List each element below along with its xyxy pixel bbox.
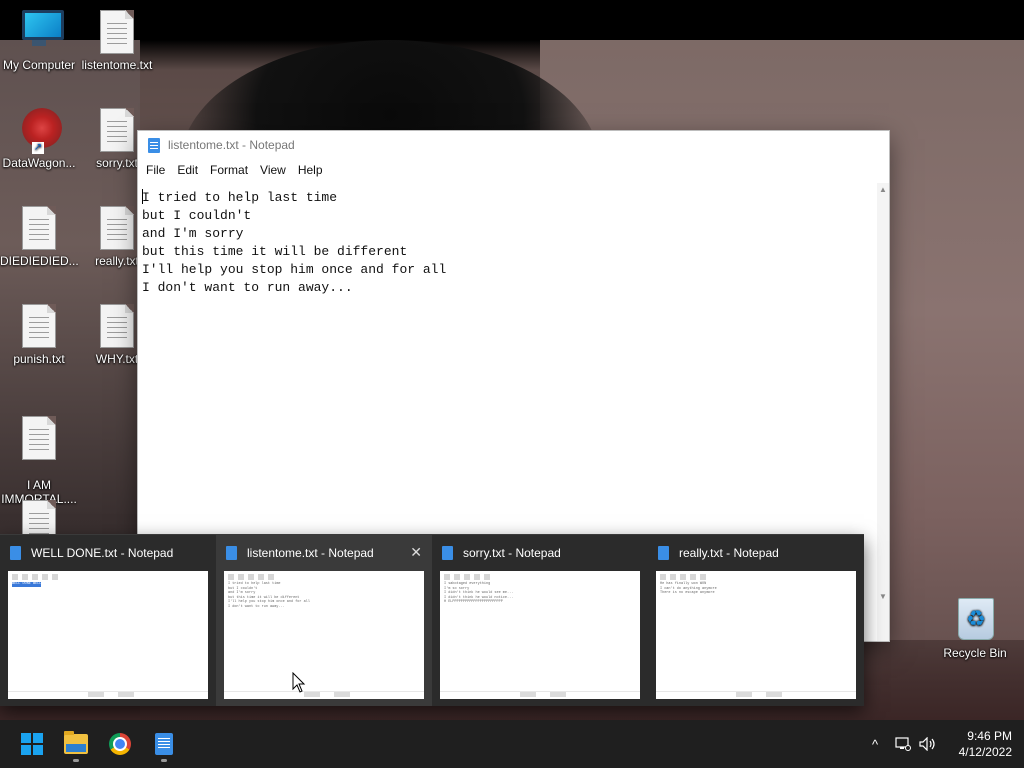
thumbnail-preview: I sabotaged everything I'm so sorry I di… bbox=[440, 571, 640, 699]
vertical-scrollbar[interactable]: ▲ ▼ bbox=[877, 183, 889, 641]
text-file-icon bbox=[100, 10, 134, 54]
menu-format[interactable]: Format bbox=[204, 163, 254, 177]
desktop-icon-i-am-immortal[interactable]: I AM IMMORTAL.... bbox=[0, 402, 78, 506]
text-file-icon bbox=[100, 206, 134, 250]
volume-icon[interactable] bbox=[916, 720, 940, 768]
windows-logo-icon bbox=[21, 733, 43, 755]
desktop-icon-label: DataWagon... bbox=[2, 156, 76, 170]
taskbar-file-explorer[interactable] bbox=[56, 724, 96, 764]
chrome-icon bbox=[109, 733, 131, 755]
desktop-icon-label: My Computer bbox=[2, 58, 76, 72]
thumbnail-title: sorry.txt - Notepad bbox=[463, 546, 561, 560]
text-file-icon bbox=[22, 304, 56, 348]
mouse-cursor-icon bbox=[292, 672, 306, 693]
desktop-icon-label: punish.txt bbox=[13, 352, 65, 366]
thumbnail-sorry[interactable]: sorry.txt - Notepad I sabotaged everythi… bbox=[432, 535, 648, 706]
computer-icon bbox=[22, 10, 64, 54]
notepad-icon bbox=[658, 546, 669, 560]
thumbnail-preview: He has finally won WON I can't do anythi… bbox=[656, 571, 856, 699]
editor-line: I don't want to run away... bbox=[142, 280, 353, 295]
desktop-icon-label: WHY.txt bbox=[95, 352, 139, 366]
menu-file[interactable]: File bbox=[140, 163, 171, 177]
thumbnail-preview: I tried to help last time but I couldn't… bbox=[224, 571, 424, 699]
editor-line: but I couldn't bbox=[142, 208, 252, 223]
window-title: listentome.txt - Notepad bbox=[168, 138, 295, 152]
folder-icon bbox=[64, 731, 88, 754]
thumbnail-title: really.txt - Notepad bbox=[679, 546, 779, 560]
datawagon-shortcut-icon: ↗ bbox=[22, 108, 62, 154]
menu-bar: File Edit Format View Help bbox=[138, 159, 889, 181]
close-icon[interactable]: ✕ bbox=[410, 544, 422, 561]
system-clock[interactable]: 9:46 PM 4/12/2022 bbox=[959, 728, 1012, 760]
desktop-icon-label: sorry.txt bbox=[96, 156, 138, 170]
menu-help[interactable]: Help bbox=[292, 163, 329, 177]
notepad-icon bbox=[148, 137, 160, 153]
scroll-up-arrow-icon[interactable]: ▲ bbox=[877, 185, 889, 194]
clock-time: 9:46 PM bbox=[967, 729, 1012, 743]
desktop-icon-label: DIEDIEDIED... bbox=[0, 254, 79, 268]
editor-line: I'll help you stop him once and for all bbox=[142, 262, 447, 277]
thumbnail-listentome[interactable]: listentome.txt - Notepad ✕ I tried to hel… bbox=[216, 535, 432, 706]
editor-line: but this time it will be different bbox=[142, 244, 408, 259]
text-file-icon bbox=[22, 206, 56, 250]
desktop-icon-label: listentome.txt bbox=[81, 58, 153, 72]
running-indicator bbox=[161, 759, 167, 762]
desktop-icon-label: really.txt bbox=[95, 254, 139, 268]
menu-edit[interactable]: Edit bbox=[171, 163, 204, 177]
notepad-titlebar[interactable]: listentome.txt - Notepad bbox=[138, 131, 889, 159]
network-icon[interactable] bbox=[892, 720, 914, 768]
editor-line: I tried to help last time bbox=[142, 189, 338, 205]
show-hidden-icons-chevron-icon[interactable]: ^ bbox=[864, 720, 886, 768]
clock-date: 4/12/2022 bbox=[958, 745, 1012, 759]
thumbnail-title: listentome.txt - Notepad bbox=[247, 546, 374, 560]
menu-view[interactable]: View bbox=[254, 163, 292, 177]
editor-line: and I'm sorry bbox=[142, 226, 244, 241]
thumbnail-really[interactable]: really.txt - Notepad He has finally won … bbox=[648, 535, 864, 706]
taskbar-notepad[interactable] bbox=[144, 724, 184, 764]
notepad-icon bbox=[226, 546, 237, 560]
taskbar-thumbnail-popup: WELL DONE.txt - Notepad WELL DONE WELL l… bbox=[0, 535, 864, 706]
taskbar-chrome[interactable] bbox=[100, 724, 140, 764]
desktop-icon-punish[interactable]: punish.txt bbox=[0, 304, 78, 366]
text-file-icon bbox=[100, 108, 134, 152]
desktop-icon-recycle-bin[interactable]: ♻ Recycle Bin bbox=[936, 598, 1014, 660]
running-indicator bbox=[73, 759, 79, 762]
taskbar: ^ 9:46 PM 4/12/2022 bbox=[0, 720, 1024, 768]
thumbnail-preview: WELL DONE WELL bbox=[8, 571, 208, 699]
notepad-icon bbox=[10, 546, 21, 560]
desktop-icon-datawagon[interactable]: ↗ DataWagon... bbox=[0, 108, 78, 170]
desktop-icon-my-computer[interactable]: My Computer bbox=[0, 10, 78, 72]
notepad-icon bbox=[442, 546, 453, 560]
scroll-down-arrow-icon[interactable]: ▼ bbox=[877, 592, 889, 601]
thumbnail-title: WELL DONE.txt - Notepad bbox=[31, 546, 174, 560]
thumbnail-well-done[interactable]: WELL DONE.txt - Notepad WELL DONE WELL bbox=[0, 535, 216, 706]
text-file-icon bbox=[22, 416, 56, 460]
start-button[interactable] bbox=[12, 724, 52, 764]
notepad-icon bbox=[155, 733, 173, 755]
desktop-icon-listentome[interactable]: listentome.txt bbox=[78, 10, 156, 72]
desktop-icon-diediedie[interactable]: DIEDIEDIED... bbox=[0, 206, 79, 268]
shortcut-arrow-icon: ↗ bbox=[32, 142, 44, 154]
desktop-icon-label: Recycle Bin bbox=[943, 646, 1007, 660]
text-file-icon bbox=[100, 304, 134, 348]
recycle-bin-icon: ♻ bbox=[958, 598, 994, 642]
